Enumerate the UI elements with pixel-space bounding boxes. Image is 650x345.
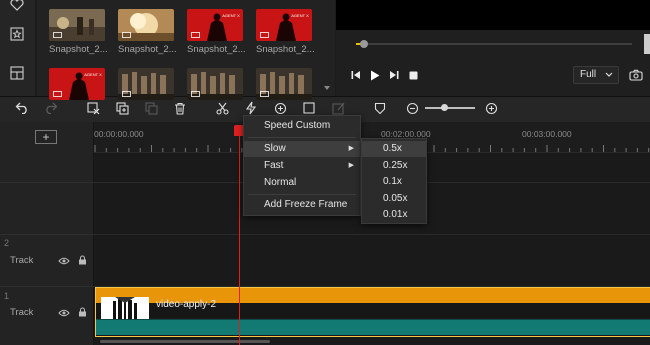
track-2-lane[interactable]: [94, 234, 650, 286]
menu-item-speed-custom[interactable]: Speed Custom: [244, 118, 360, 134]
menu-item-normal[interactable]: Normal: [244, 175, 360, 191]
menu-item-label: Fast: [264, 160, 284, 171]
stop-icon[interactable]: [406, 68, 420, 82]
menu-item-label: Slow: [264, 143, 286, 154]
ruler-time-label: 00:00:00.000: [94, 129, 144, 139]
menu-item-add-freeze-frame[interactable]: Add Freeze Frame: [244, 197, 360, 213]
track-label: Track: [10, 255, 34, 266]
media-thumbnail[interactable]: AGENT X: [187, 9, 243, 41]
media-thumbnail[interactable]: [49, 9, 105, 41]
step-forward-icon[interactable]: [387, 68, 401, 82]
favorite-star-icon[interactable]: [6, 23, 28, 45]
cut-icon[interactable]: [214, 100, 230, 116]
video-file-icon: [260, 91, 269, 97]
video-file-icon: [191, 32, 200, 38]
crop-icon[interactable]: [301, 100, 317, 116]
preview-screen: [336, 0, 650, 30]
play-icon[interactable]: [368, 68, 382, 82]
menu-separator: [248, 194, 356, 195]
menu-item-label: Speed Custom: [264, 120, 331, 131]
menu-item-label: Normal: [264, 177, 297, 188]
submenu-item-0.05x[interactable]: 0.05x: [362, 191, 426, 207]
shield-icon[interactable]: [372, 100, 388, 116]
playhead-line[interactable]: [239, 136, 240, 345]
copy-icon[interactable]: [114, 100, 130, 116]
media-thumbnail[interactable]: AGENT X: [256, 9, 312, 41]
video-file-icon: [191, 91, 200, 97]
lock-icon[interactable]: [76, 255, 88, 265]
video-file-icon: [122, 91, 131, 97]
step-back-icon[interactable]: [349, 68, 363, 82]
media-thumbnail[interactable]: [118, 68, 174, 100]
svg-text:AGENT X: AGENT X: [291, 13, 309, 18]
eye-icon[interactable]: [58, 308, 70, 318]
media-thumbnail[interactable]: AGENT X: [49, 68, 105, 100]
left-icon-strip: [0, 0, 36, 96]
video-file-icon: [53, 32, 62, 38]
header-divider: [0, 234, 94, 235]
progress-knob[interactable]: [360, 40, 368, 48]
add-marker-icon[interactable]: [272, 100, 288, 116]
submenu-item-0.5x[interactable]: 0.5x: [362, 141, 426, 157]
menu-item-label: Add Freeze Frame: [264, 199, 348, 210]
menu-item-slow[interactable]: Slow ▶: [244, 141, 360, 157]
chevron-down-icon: [605, 67, 613, 89]
zoom-slider-knob[interactable]: [441, 104, 448, 111]
playback-progress-bar[interactable]: [356, 43, 632, 45]
zoom-slider[interactable]: [425, 107, 475, 109]
lock-icon[interactable]: [76, 307, 88, 317]
zoom-in-icon[interactable]: [483, 100, 499, 116]
slow-speed-submenu: 0.5x 0.25x 0.1x 0.05x 0.01x: [361, 138, 427, 224]
camera-icon[interactable]: [628, 68, 644, 82]
heart-icon[interactable]: [6, 0, 28, 16]
media-thumbnail-label: Snapshot_2...: [187, 44, 246, 55]
edit-icon[interactable]: [330, 100, 346, 116]
track-number: 2: [4, 238, 10, 248]
speed-context-menu: Speed Custom Slow ▶ Fast ▶ Normal Add Free…: [243, 115, 361, 216]
speed-icon[interactable]: [243, 100, 259, 116]
undo-icon[interactable]: [14, 100, 30, 116]
timeline-scrollbar[interactable]: [100, 340, 270, 343]
menu-item-fast[interactable]: Fast ▶: [244, 158, 360, 174]
submenu-item-0.25x[interactable]: 0.25x: [362, 158, 426, 174]
submenu-item-0.1x[interactable]: 0.1x: [362, 174, 426, 190]
svg-text:AGENT X: AGENT X: [222, 13, 240, 18]
quality-select[interactable]: Full: [573, 66, 619, 84]
submenu-arrow-icon: ▶: [348, 145, 354, 152]
media-thumbnail[interactable]: [256, 68, 312, 100]
quality-value: Full: [580, 69, 597, 80]
submenu-item-0.01x[interactable]: 0.01x: [362, 207, 426, 223]
eye-icon[interactable]: [58, 256, 70, 266]
redo-icon[interactable]: [43, 100, 59, 116]
header-divider: [0, 286, 94, 287]
submenu-arrow-icon: ▶: [348, 162, 354, 169]
clip-selection-border: [95, 287, 650, 337]
track-label: Track: [10, 307, 34, 318]
track-number: 1: [4, 291, 10, 301]
delete-clip-icon[interactable]: [85, 100, 101, 116]
paste-icon[interactable]: [143, 100, 159, 116]
zoom-out-icon[interactable]: [404, 100, 420, 116]
video-file-icon: [260, 32, 269, 38]
svg-text:AGENT X: AGENT X: [84, 72, 102, 77]
ruler-time-label: 00:03:00.000: [522, 129, 572, 139]
preview-edge-handle: [644, 34, 650, 54]
media-thumbnail-label: Snapshot_2...: [49, 44, 108, 55]
media-thumbnail-label: Snapshot_2...: [256, 44, 315, 55]
trash-icon[interactable]: [172, 100, 188, 116]
media-thumbnail[interactable]: [187, 68, 243, 100]
video-file-icon: [122, 32, 131, 38]
media-thumbnail[interactable]: [118, 9, 174, 41]
menu-separator: [248, 137, 356, 138]
add-track-button[interactable]: +: [35, 130, 57, 144]
media-scrollbar[interactable]: [322, 0, 332, 96]
header-divider: [0, 182, 94, 183]
video-file-icon: [53, 91, 62, 97]
layout-icon[interactable]: [6, 62, 28, 84]
media-thumbnail-label: Snapshot_2...: [118, 44, 177, 55]
